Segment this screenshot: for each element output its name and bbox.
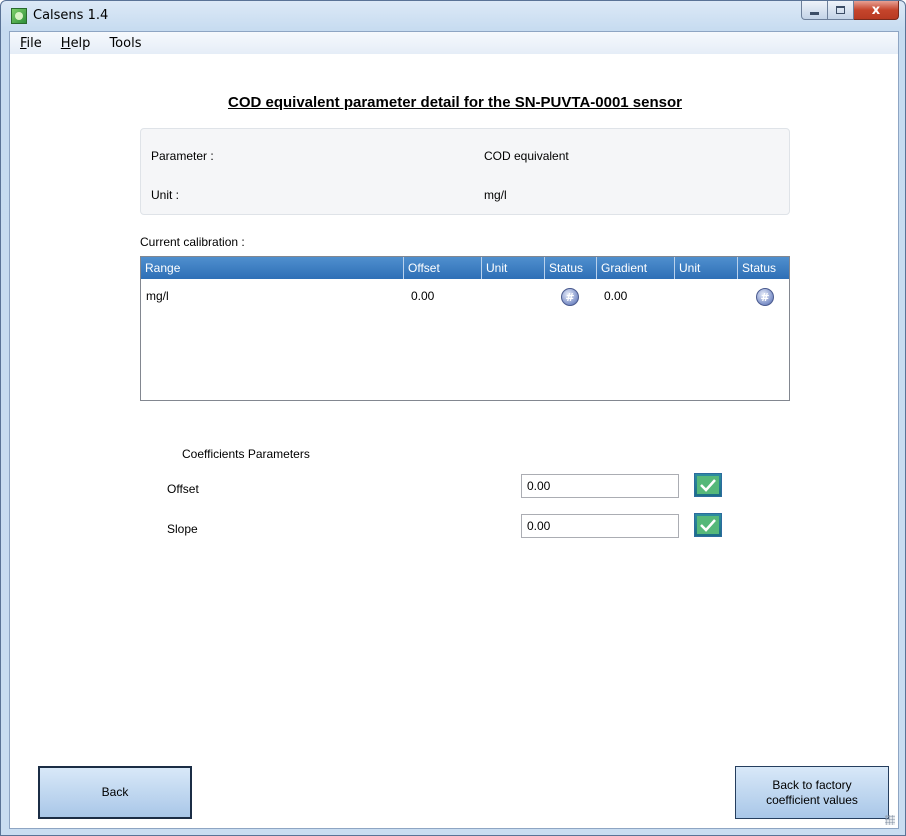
menu-bar: File Help Tools xyxy=(10,32,898,54)
app-window: Calsens 1.4 x File Help Tools COD equiva… xyxy=(0,0,906,836)
slope-input[interactable] xyxy=(521,514,679,538)
minimize-icon xyxy=(810,11,819,15)
menu-tools-label: Tools xyxy=(109,35,142,51)
offset-input[interactable] xyxy=(521,474,679,498)
pending-icon: # xyxy=(561,288,579,306)
menu-file[interactable]: File xyxy=(10,36,51,51)
factory-reset-line2: coefficient values xyxy=(766,792,858,807)
menu-tools[interactable]: Tools xyxy=(99,36,150,51)
column-header-range[interactable]: Range xyxy=(141,257,404,279)
window-title: Calsens 1.4 xyxy=(33,8,109,23)
column-header-unit-2[interactable]: Unit xyxy=(675,257,738,279)
parameter-value: COD equivalent xyxy=(484,149,569,163)
cell-offset: 0.00 xyxy=(411,289,435,303)
pending-icon: # xyxy=(756,288,774,306)
offset-label: Offset xyxy=(167,482,199,496)
slope-label: Slope xyxy=(167,522,198,536)
coefficients-title: Coefficients Parameters xyxy=(182,447,310,461)
column-header-status-2[interactable]: Status xyxy=(738,257,789,279)
parameter-label: Parameter : xyxy=(151,149,214,163)
calibration-table[interactable]: Range Offset Unit Status Gradient Unit S… xyxy=(140,256,790,401)
column-header-gradient[interactable]: Gradient xyxy=(597,257,675,279)
app-logo-icon xyxy=(11,8,27,24)
parameter-details-panel: Parameter : COD equivalent Unit : mg/l xyxy=(140,128,790,215)
column-header-status[interactable]: Status xyxy=(545,257,597,279)
resize-grip[interactable] xyxy=(885,815,895,825)
window-controls: x xyxy=(801,1,899,21)
unit-value: mg/l xyxy=(484,188,507,202)
current-calibration-label: Current calibration : xyxy=(140,235,245,249)
column-header-unit[interactable]: Unit xyxy=(482,257,545,279)
checkmark-icon xyxy=(697,516,719,534)
apply-slope-button[interactable] xyxy=(694,513,722,537)
menu-help-label: elp xyxy=(70,35,91,51)
factory-reset-label: Back to factory coefficient values xyxy=(766,778,858,808)
minimize-button[interactable] xyxy=(801,1,828,20)
close-button[interactable]: x xyxy=(854,1,899,20)
apply-offset-button[interactable] xyxy=(694,473,722,497)
menu-help[interactable]: Help xyxy=(51,36,100,51)
cell-range: mg/l xyxy=(146,289,169,303)
unit-label: Unit : xyxy=(151,188,180,202)
column-header-offset[interactable]: Offset xyxy=(404,257,482,279)
checkmark-icon xyxy=(697,476,719,494)
client-area: File Help Tools COD equivalent parameter… xyxy=(9,31,899,829)
page-title: COD equivalent parameter detail for the … xyxy=(227,94,682,111)
cell-gradient: 0.00 xyxy=(604,289,628,303)
close-icon: x xyxy=(871,2,881,18)
factory-reset-button[interactable]: Back to factory coefficient values xyxy=(735,766,889,819)
factory-reset-line1: Back to factory xyxy=(772,777,852,792)
table-header: Range Offset Unit Status Gradient Unit S… xyxy=(141,257,789,279)
menu-file-label: ile xyxy=(26,35,42,51)
back-button[interactable]: Back xyxy=(38,766,192,819)
maximize-icon xyxy=(836,6,845,14)
menu-help-mnemonic: H xyxy=(60,35,71,51)
title-bar[interactable]: Calsens 1.4 x xyxy=(1,1,905,31)
maximize-button[interactable] xyxy=(828,1,854,20)
